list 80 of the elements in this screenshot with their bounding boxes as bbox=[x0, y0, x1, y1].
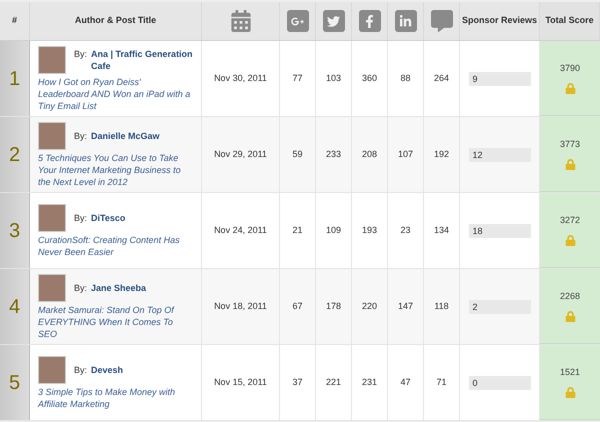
count-cell-text: 67 bbox=[292, 300, 302, 313]
count-cell-text: 178 bbox=[326, 300, 342, 313]
avatar-placeholder bbox=[38, 46, 66, 74]
count-cell-text: 360 bbox=[362, 72, 378, 85]
lock-icon bbox=[564, 311, 576, 322]
avatar-placeholder bbox=[38, 204, 66, 232]
date-text: Nov 30, 2011 bbox=[214, 72, 267, 85]
rank-number: 1 bbox=[8, 66, 20, 92]
sponsor-review-count: 9 bbox=[468, 72, 530, 86]
lock-icon bbox=[564, 235, 576, 246]
total-score: 1521 bbox=[560, 366, 580, 379]
column-header: Sponsor Reviews bbox=[462, 15, 538, 27]
by-label: By: bbox=[74, 282, 88, 294]
sponsor-review-count: 12 bbox=[468, 148, 530, 162]
author-link[interactable]: Ana | Traffic Generation Cafe bbox=[91, 48, 193, 72]
lock-icon bbox=[564, 159, 576, 170]
avatar-placeholder bbox=[38, 122, 66, 150]
by-label: By: bbox=[74, 212, 88, 224]
by-label: By: bbox=[74, 364, 88, 376]
author-link[interactable]: Devesh bbox=[91, 364, 124, 376]
sponsor-review-count: 18 bbox=[468, 224, 530, 238]
post-title-link[interactable]: 3 Simple Tips to Make Money with Affiliate Marketing bbox=[38, 386, 193, 410]
rank-number: 3 bbox=[8, 218, 20, 244]
column-header: Author & Post Title bbox=[74, 15, 156, 27]
post-title-link[interactable]: 5 Techniques You Can Use to Take Your Internet Marketing Business to the Next Level in 2012 bbox=[38, 152, 193, 188]
avatar-placeholder bbox=[38, 356, 66, 384]
author-link[interactable]: Danielle McGaw bbox=[91, 130, 160, 142]
count-cell-text: 118 bbox=[434, 300, 449, 313]
lock-icon bbox=[564, 387, 576, 398]
count-cell-text: 77 bbox=[292, 72, 302, 85]
count-cell-text: 47 bbox=[400, 376, 410, 389]
count-cell-text: 134 bbox=[434, 224, 450, 237]
in-letter-icon bbox=[394, 10, 416, 32]
count-cell-text: 109 bbox=[326, 224, 342, 237]
date-text: Nov 15, 2011 bbox=[214, 376, 267, 389]
count-cell-text: 71 bbox=[436, 376, 446, 389]
total-score: 2268 bbox=[560, 290, 580, 303]
count-cell-text: 208 bbox=[362, 148, 378, 161]
total-score: 3272 bbox=[560, 214, 580, 227]
date-text: Nov 29, 2011 bbox=[214, 148, 267, 161]
date-text: Nov 24, 2011 bbox=[214, 224, 267, 237]
f-letter-icon bbox=[358, 10, 380, 32]
total-score: 3790 bbox=[560, 62, 580, 75]
count-cell-text: 193 bbox=[362, 224, 378, 237]
avatar-placeholder bbox=[38, 274, 66, 302]
count-cell-text: 37 bbox=[292, 376, 302, 389]
lock-icon bbox=[564, 83, 576, 94]
column-header: # bbox=[12, 15, 17, 27]
count-cell-text: 192 bbox=[434, 148, 450, 161]
count-cell-text: 103 bbox=[326, 72, 342, 85]
column-header: Total Score bbox=[545, 15, 594, 27]
count-cell-text: 220 bbox=[362, 300, 378, 313]
bird-icon bbox=[322, 10, 344, 32]
rank-number: 2 bbox=[8, 142, 20, 168]
g-plus-icon bbox=[286, 10, 308, 32]
count-cell-text: 23 bbox=[400, 224, 410, 237]
count-cell-text: 147 bbox=[398, 300, 414, 313]
count-cell-text: 233 bbox=[326, 148, 342, 161]
count-cell-text: 231 bbox=[362, 376, 378, 389]
count-cell-text: 59 bbox=[292, 148, 302, 161]
by-label: By: bbox=[74, 48, 88, 60]
author-link[interactable]: DiTesco bbox=[91, 212, 126, 224]
rank-number: 4 bbox=[8, 294, 20, 320]
count-cell-text: 264 bbox=[434, 72, 450, 85]
post-title-link[interactable]: Market Samurai: Stand On Top Of EVERYTHING When It Comes To SEO bbox=[38, 304, 193, 340]
count-cell-text: 221 bbox=[326, 376, 342, 389]
by-label: By: bbox=[74, 130, 88, 142]
count-cell-text: 88 bbox=[400, 72, 410, 85]
rank-number: 5 bbox=[8, 370, 20, 396]
sponsor-review-count: 2 bbox=[468, 300, 530, 314]
count-cell-text: 107 bbox=[398, 148, 414, 161]
count-cell-text: 21 bbox=[292, 224, 302, 237]
calendar-icon bbox=[230, 10, 252, 32]
author-link[interactable]: Jane Sheeba bbox=[91, 282, 146, 294]
sponsor-review-count: 0 bbox=[468, 376, 530, 390]
speech-bubble-icon bbox=[430, 10, 452, 32]
total-score: 3773 bbox=[560, 138, 580, 151]
date-text: Nov 18, 2011 bbox=[214, 300, 267, 313]
post-title-link[interactable]: How I Got on Ryan Deiss' Leaderboard AND Won an iPad with a Tiny Email List bbox=[38, 76, 193, 112]
post-title-link[interactable]: CurationSoft: Creating Content Has Never Been Easier bbox=[38, 234, 193, 258]
